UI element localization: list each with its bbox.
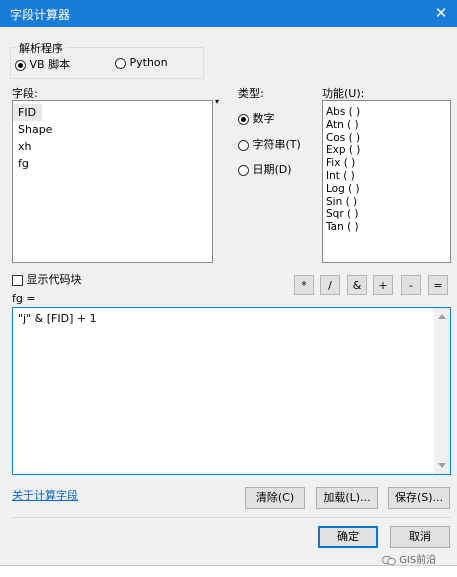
- function-item[interactable]: Fix ( ): [323, 157, 450, 170]
- function-item[interactable]: Sin ( ): [323, 196, 450, 209]
- parser-option-vb-label: VB 脚本: [29, 58, 71, 71]
- radio-vb[interactable]: [15, 59, 26, 71]
- scroll-down-icon[interactable]: [438, 463, 446, 468]
- operator-plus-button[interactable]: +: [373, 275, 393, 295]
- radio-python[interactable]: [115, 57, 126, 69]
- radio-string[interactable]: [238, 139, 249, 151]
- wechat-icon: [382, 555, 396, 565]
- type-option-number[interactable]: 数字: [238, 110, 275, 126]
- field-calculator-dialog: VB 脚本 Python 解析程序 字段: ▾ FID Shape xh fg …: [0, 27, 457, 566]
- function-item[interactable]: Sqr ( ): [323, 208, 450, 221]
- fields-dropdown-icon[interactable]: ▾: [215, 97, 219, 106]
- about-calculate-field-link[interactable]: 关于计算字段: [12, 487, 78, 503]
- expression-textbox[interactable]: "j" & [FID] + 1: [12, 307, 451, 475]
- codeblock-checkbox-box[interactable]: [12, 274, 23, 286]
- radio-date[interactable]: [238, 164, 249, 176]
- radio-number[interactable]: [238, 113, 249, 125]
- type-label: 类型:: [238, 87, 264, 100]
- operator-equals-button[interactable]: =: [428, 275, 448, 295]
- field-item[interactable]: xh: [13, 138, 212, 155]
- function-item[interactable]: Abs ( ): [323, 106, 450, 119]
- scroll-up-icon[interactable]: [438, 314, 446, 319]
- function-item[interactable]: Exp ( ): [323, 144, 450, 157]
- expression-scrollbar[interactable]: [434, 308, 450, 474]
- function-item[interactable]: Atn ( ): [323, 119, 450, 132]
- operator-minus-button[interactable]: -: [401, 275, 421, 295]
- expression-text: "j" & [FID] + 1: [18, 312, 97, 325]
- expression-label: fg =: [12, 292, 36, 305]
- window-title: 字段计算器: [10, 8, 71, 22]
- parser-option-python-label: Python: [129, 56, 168, 69]
- functions-label: 功能(U):: [322, 87, 365, 100]
- operator-multiply-button[interactable]: *: [294, 275, 314, 295]
- type-option-string[interactable]: 字符串(T): [238, 136, 301, 152]
- codeblock-label: 显示代码块: [26, 273, 82, 286]
- field-item[interactable]: Shape: [13, 121, 212, 138]
- fields-label: 字段:: [12, 87, 38, 100]
- ok-button[interactable]: 确定: [318, 526, 378, 548]
- type-option-date[interactable]: 日期(D): [238, 161, 292, 177]
- function-item[interactable]: Int ( ): [323, 170, 450, 183]
- clear-button[interactable]: 清除(C): [245, 487, 305, 509]
- operator-divide-button[interactable]: /: [320, 275, 340, 295]
- title-bar: 字段计算器 ✕: [0, 0, 457, 27]
- functions-list[interactable]: Abs ( ) Atn ( ) Cos ( ) Exp ( ) Fix ( ) …: [322, 100, 451, 263]
- parser-option-python[interactable]: Python: [115, 56, 168, 69]
- type-option-date-label: 日期(D): [252, 163, 292, 176]
- divider: [12, 517, 451, 518]
- watermark: GIS前沿: [382, 551, 436, 566]
- operator-concat-button[interactable]: &: [347, 275, 367, 295]
- show-codeblock-checkbox[interactable]: 显示代码块: [12, 271, 82, 287]
- type-option-number-label: 数字: [252, 112, 275, 125]
- save-button[interactable]: 保存(S)...: [388, 487, 450, 509]
- function-item[interactable]: Log ( ): [323, 183, 450, 196]
- field-item[interactable]: FID: [13, 104, 43, 121]
- function-item[interactable]: Cos ( ): [323, 132, 450, 145]
- close-icon[interactable]: ✕: [431, 3, 451, 23]
- function-item[interactable]: Tan ( ): [323, 221, 450, 234]
- cancel-button[interactable]: 取消: [390, 526, 450, 548]
- type-option-string-label: 字符串(T): [252, 138, 301, 151]
- parser-option-vb[interactable]: VB 脚本: [15, 56, 70, 72]
- fields-list[interactable]: FID Shape xh fg: [12, 100, 213, 263]
- field-item[interactable]: fg: [13, 155, 212, 172]
- parser-group-label: 解析程序: [16, 40, 66, 56]
- taskbar-strip: [0, 565, 457, 577]
- load-button[interactable]: 加载(L)...: [316, 487, 378, 509]
